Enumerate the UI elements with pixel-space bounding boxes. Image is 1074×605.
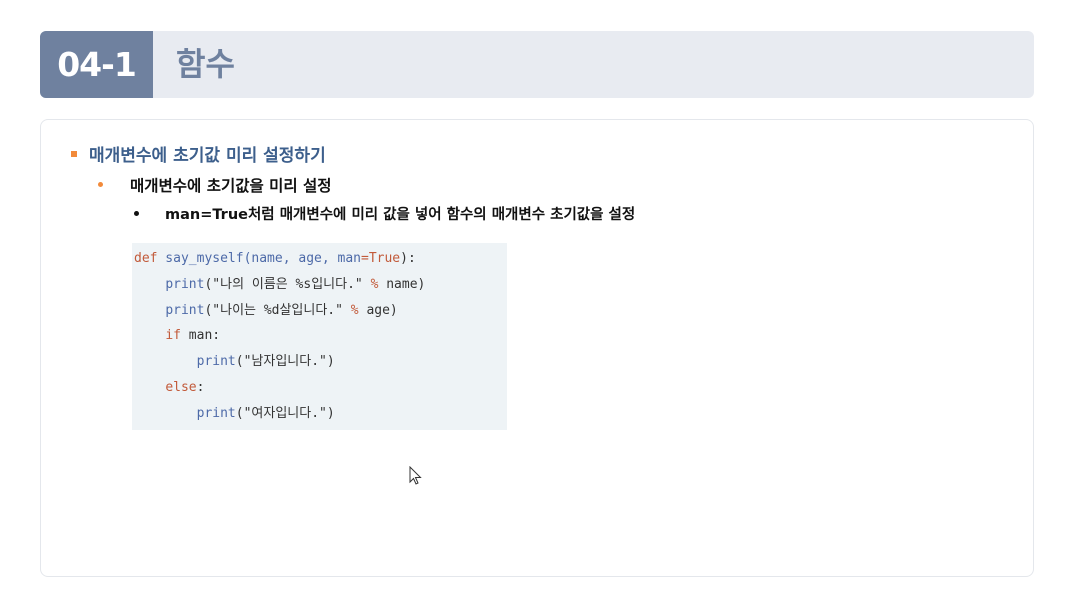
level3-text: man=True처럼 매개변수에 미리 값을 넣어 함수의 매개변수 초기값을 …: [165, 207, 636, 223]
code-line: print("나이는 %d살입니다." % age): [165, 302, 398, 318]
section-header: 04-1 함수: [40, 31, 1034, 98]
section-number: 04-1: [40, 31, 153, 98]
bullet-level1: 매개변수에 초기값 미리 설정하기: [71, 144, 326, 168]
content-panel: 매개변수에 초기값 미리 설정하기 매개변수에 초기값을 미리 설정 man=T…: [40, 119, 1034, 577]
code-line: print("나의 이름은 %s입니다." % name): [165, 276, 426, 292]
dot-bullet-icon: [134, 210, 139, 216]
level2-text: 매개변수에 초기값을 미리 설정: [130, 177, 332, 195]
dot-bullet-icon: [98, 182, 103, 187]
square-bullet-icon: [71, 151, 77, 157]
code-line: print("남자입니다."): [196, 354, 335, 370]
code-line: if man:: [165, 328, 221, 344]
mouse-pointer-icon: [409, 466, 422, 485]
code-block: def say_myself(name, age, man=True): pri…: [132, 243, 507, 430]
bullet-level3: man=True처럼 매개변수에 미리 값을 넣어 함수의 매개변수 초기값을 …: [134, 204, 635, 226]
bullet-level2: 매개변수에 초기값을 미리 설정: [98, 175, 332, 197]
code-line: def say_myself(name, age, man=True):: [134, 251, 416, 266]
section-title: 함수: [176, 45, 235, 83]
level1-text: 매개변수에 초기값 미리 설정하기: [89, 146, 326, 166]
code-line: else:: [165, 379, 205, 395]
code-line: print("여자입니다."): [196, 405, 335, 421]
